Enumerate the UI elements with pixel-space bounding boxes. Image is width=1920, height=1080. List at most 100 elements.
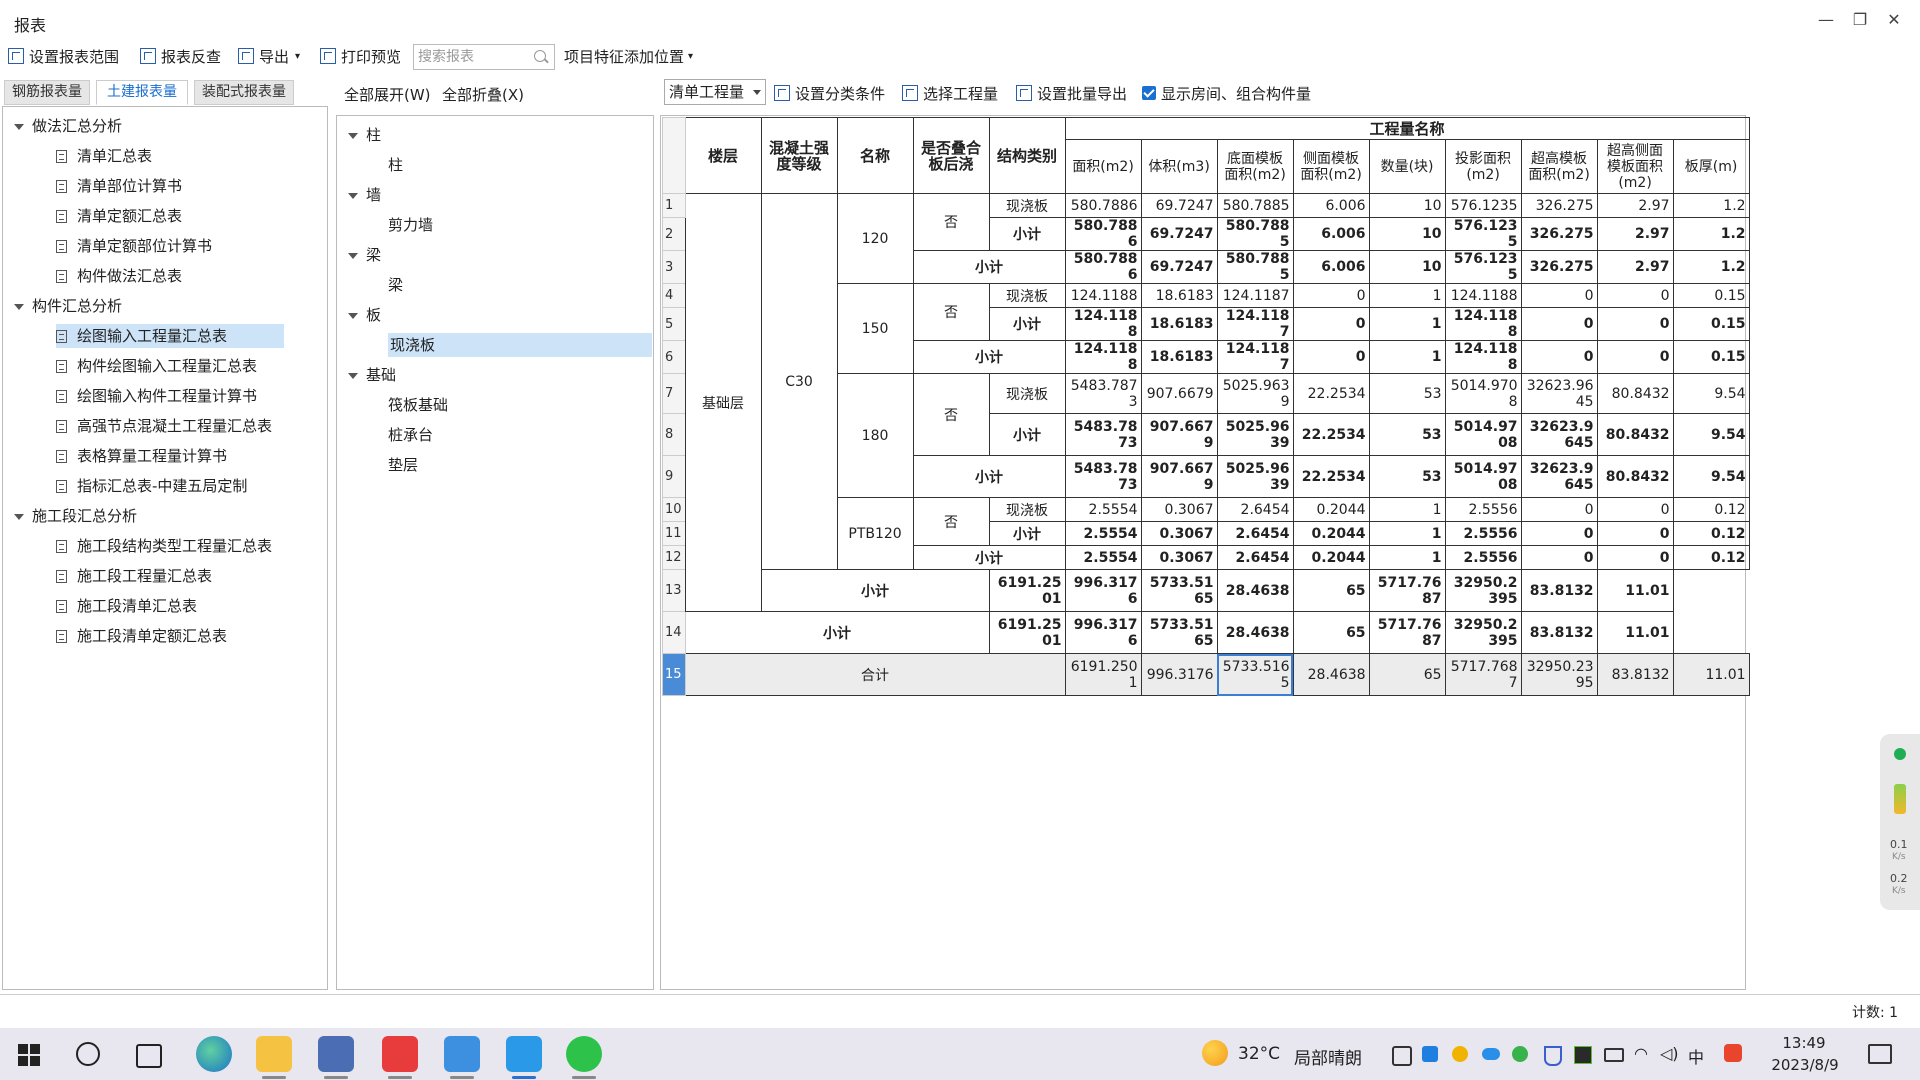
wechat-tray-icon[interactable]	[1512, 1046, 1528, 1062]
tree-item[interactable]: 高强节点混凝土工程量汇总表	[56, 414, 272, 438]
value-cell[interactable]: 124.1188	[1444, 340, 1522, 374]
tree-item[interactable]: 施工段结构类型工程量汇总表	[56, 534, 272, 558]
value-cell[interactable]: 0.12	[1672, 545, 1750, 570]
value-cell[interactable]: 10	[1368, 193, 1446, 218]
report-reverse-check-button[interactable]: 报表反查	[140, 43, 221, 69]
set-report-range-button[interactable]: 设置报表范围	[8, 43, 119, 69]
value-cell[interactable]: 65	[1292, 569, 1370, 612]
overlap-cell[interactable]: 否	[912, 497, 990, 546]
name-cell[interactable]: 120	[836, 193, 914, 284]
value-cell[interactable]: 9.54	[1672, 373, 1750, 414]
component-item[interactable]: 垫层	[388, 453, 418, 477]
wechat-icon[interactable]	[566, 1036, 602, 1072]
row-number[interactable]: 12	[662, 545, 686, 570]
struct-cell[interactable]: 小计	[988, 307, 1066, 341]
header-name[interactable]: 名称	[836, 117, 914, 194]
task-view-icon[interactable]	[136, 1044, 162, 1068]
value-cell[interactable]: 326.275	[1520, 193, 1598, 218]
battery-icon[interactable]	[1604, 1048, 1624, 1062]
tab-civil-report[interactable]: 土建报表量	[96, 80, 188, 105]
value-cell[interactable]: 28.4638	[1216, 569, 1294, 612]
value-cell[interactable]: 0.2044	[1292, 497, 1370, 522]
header-col[interactable]: 板厚(m)	[1672, 139, 1750, 194]
value-cell[interactable]: 28.4638	[1216, 611, 1294, 654]
expand-all-button[interactable]: 全部展开(W)	[344, 84, 431, 105]
wps-icon[interactable]	[382, 1036, 418, 1072]
row-number[interactable]: 15	[662, 653, 686, 696]
tree-item[interactable]: 构件绘图输入工程量汇总表	[56, 354, 257, 378]
value-cell[interactable]: 10	[1368, 250, 1446, 284]
subtotal-label[interactable]: 小计	[912, 340, 1066, 374]
value-cell[interactable]: 32950.2395	[1520, 653, 1598, 696]
value-cell[interactable]: 0	[1596, 340, 1674, 374]
tree-item[interactable]: 清单定额汇总表	[56, 204, 182, 228]
tree-item[interactable]: 构件做法汇总表	[56, 264, 182, 288]
row-number[interactable]: 14	[662, 611, 686, 654]
value-cell[interactable]: 9.54	[1672, 413, 1750, 456]
header-col[interactable]: 侧面模板面积(m2)	[1292, 139, 1370, 194]
value-cell[interactable]: 907.6679	[1140, 373, 1218, 414]
value-cell[interactable]: 0	[1596, 283, 1674, 308]
value-cell[interactable]: 83.8132	[1520, 569, 1598, 612]
value-cell[interactable]: 1	[1368, 521, 1446, 546]
row-number[interactable]: 4	[662, 283, 686, 308]
overlap-cell[interactable]: 否	[912, 283, 990, 341]
value-cell[interactable]: 32623.9645	[1520, 373, 1598, 414]
value-cell[interactable]: 6191.2501	[988, 569, 1066, 612]
header-col[interactable]: 投影面积(m2)	[1444, 139, 1522, 194]
tray-app-icon[interactable]	[1422, 1046, 1438, 1062]
value-cell[interactable]: 580.7885	[1216, 193, 1294, 218]
value-cell[interactable]: 0	[1596, 521, 1674, 546]
header-col[interactable]: 超高模板面积(m2)	[1520, 139, 1598, 194]
value-cell[interactable]: 124.1188	[1064, 307, 1142, 341]
value-cell[interactable]: 53	[1368, 455, 1446, 498]
component-group[interactable]: 柱	[348, 123, 381, 147]
value-cell[interactable]: 0	[1292, 340, 1370, 374]
value-cell[interactable]: 2.6454	[1216, 497, 1294, 522]
expand-arrow-icon[interactable]	[348, 372, 358, 379]
component-group[interactable]: 梁	[348, 243, 381, 267]
value-cell[interactable]: 580.7886	[1064, 217, 1142, 251]
concrete-cell[interactable]: C30	[760, 193, 838, 570]
wifi-icon[interactable]: ◠	[1634, 1044, 1648, 1063]
value-cell[interactable]: 83.8132	[1596, 653, 1674, 696]
value-cell[interactable]: 53	[1368, 373, 1446, 414]
value-cell[interactable]: 0	[1596, 545, 1674, 570]
value-cell[interactable]: 32623.9645	[1520, 455, 1598, 498]
value-cell[interactable]: 996.3176	[1064, 611, 1142, 654]
row-number[interactable]: 3	[662, 250, 686, 284]
table-row[interactable]: 13 小计 6191.2501 996.3176 5733.5165 28.4638 65 5…	[662, 569, 1750, 612]
close-button[interactable]: ✕	[1880, 8, 1908, 32]
tree-group[interactable]: 构件汇总分析	[14, 294, 122, 318]
tree-item[interactable]: 清单定额部位计算书	[56, 234, 212, 258]
value-cell[interactable]: 1	[1368, 497, 1446, 522]
value-cell[interactable]: 996.3176	[1064, 569, 1142, 612]
expand-arrow-icon[interactable]	[14, 513, 24, 520]
tree-item[interactable]: 清单部位计算书	[56, 174, 182, 198]
value-cell[interactable]: 53	[1368, 413, 1446, 456]
row-number[interactable]: 7	[662, 373, 686, 414]
show-rooms-checkbox[interactable]: 显示房间、组合构件量	[1142, 80, 1311, 106]
value-cell[interactable]: 18.6183	[1140, 307, 1218, 341]
value-cell[interactable]: 124.1187	[1216, 340, 1294, 374]
floor-cell[interactable]: 基础层	[684, 193, 762, 612]
value-cell[interactable]: 5483.7873	[1064, 413, 1142, 456]
value-cell[interactable]: 0.3067	[1140, 545, 1218, 570]
value-cell[interactable]: 1.2	[1672, 193, 1750, 218]
header-struct[interactable]: 结构类别	[988, 117, 1066, 194]
struct-cell[interactable]: 现浇板	[988, 497, 1066, 522]
value-cell[interactable]: 18.6183	[1140, 283, 1218, 308]
row-number[interactable]: 13	[662, 569, 686, 612]
value-cell[interactable]: 22.2534	[1292, 455, 1370, 498]
subtotal-label[interactable]: 小计	[912, 455, 1066, 498]
value-cell[interactable]: 5014.9708	[1444, 413, 1522, 456]
value-cell[interactable]: 5483.7873	[1064, 455, 1142, 498]
value-cell[interactable]: 0.3067	[1140, 497, 1218, 522]
struct-cell[interactable]: 小计	[988, 521, 1066, 546]
tree-item[interactable]: 施工段工程量汇总表	[56, 564, 212, 588]
expand-arrow-icon[interactable]	[14, 303, 24, 310]
row-number[interactable]: 2	[662, 217, 686, 251]
tree-item[interactable]: 施工段清单定额汇总表	[56, 624, 227, 648]
header-quantity-group[interactable]: 工程量名称	[1064, 117, 1750, 140]
value-cell[interactable]: 0	[1596, 497, 1674, 522]
